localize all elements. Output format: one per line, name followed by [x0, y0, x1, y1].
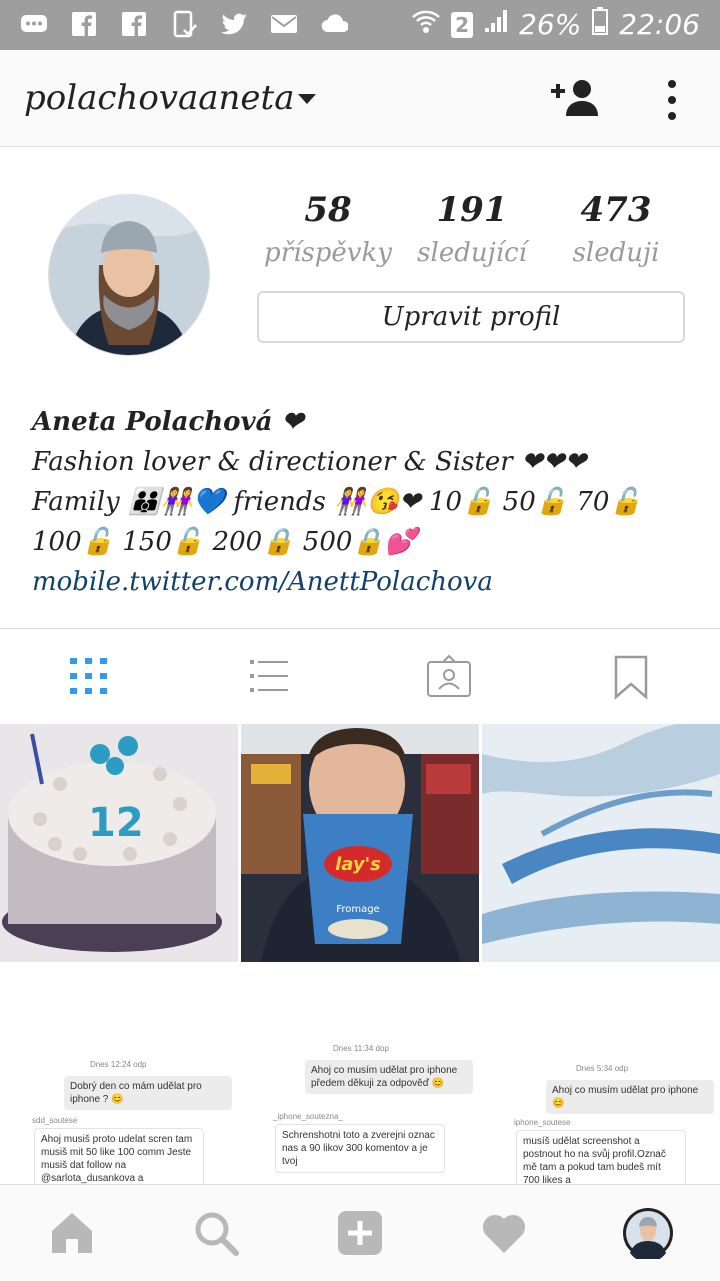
- message-bubble: Ahoj musiš proto udelat scren tam musiš …: [34, 1128, 204, 1190]
- posts-stat[interactable]: 58 příspěvky: [258, 190, 398, 268]
- message-timestamp: Dnes 12:24 odp: [90, 1060, 147, 1069]
- heart-icon[interactable]: [480, 1209, 528, 1257]
- bio-line: Family 👪👭💙 friends 👭😘❤ 10🔓 50🔓 70🔓: [32, 487, 642, 517]
- facebook-icon: [70, 10, 98, 38]
- list-icon[interactable]: [246, 654, 296, 700]
- more-options-icon[interactable]: [660, 78, 684, 122]
- status-bar: 2 26% 22:06: [0, 0, 720, 50]
- message-user: iphone_soutese: [514, 1118, 571, 1127]
- cake-number: 12: [88, 800, 144, 846]
- message-timestamp: Dnes 11:34 dop: [333, 1044, 389, 1053]
- battery-text: 26%: [519, 8, 582, 41]
- search-icon[interactable]: [192, 1209, 240, 1257]
- saved-icon[interactable]: [608, 654, 658, 700]
- post-thumbnail[interactable]: 12: [0, 724, 238, 962]
- message-bubble: Ahoj co musím udělat pro iphone předem d…: [305, 1060, 473, 1094]
- username-title[interactable]: polachovaaneta: [24, 78, 295, 118]
- add-user-icon[interactable]: [550, 78, 604, 118]
- followers-count: 191: [436, 190, 508, 230]
- home-icon[interactable]: [48, 1209, 96, 1257]
- posts-label: příspěvky: [264, 238, 392, 268]
- phone-icon: [170, 10, 198, 38]
- chat-icon: [20, 10, 48, 38]
- divider: [0, 628, 720, 629]
- followers-stat[interactable]: 191 sledující: [402, 190, 542, 268]
- chip-brand: lay's: [335, 854, 381, 875]
- message-bubble: Schrenshotni toto a zverejni oznac nas a…: [275, 1124, 445, 1173]
- grid-icon[interactable]: [66, 654, 116, 700]
- battery-icon: [591, 6, 609, 43]
- message-bubble: Ahoj co musím udělat pro iphone 😊: [546, 1080, 714, 1114]
- bio-line: 100🔓 150🔓 200🔒 500🔒💕: [32, 527, 418, 557]
- post-thumbnail[interactable]: lay's Fromage: [241, 724, 479, 962]
- message-bubble: musíš udělat screenshot a postnout ho na…: [516, 1130, 686, 1192]
- profile-tabs: [0, 630, 720, 724]
- bottom-navigation: [0, 1184, 720, 1281]
- bio-link[interactable]: mobile.twitter.com/AnettPolachova: [32, 562, 692, 602]
- bio-line: Fashion lover & directioner & Sister ❤❤❤: [32, 447, 587, 477]
- chevron-down-icon[interactable]: [298, 94, 316, 104]
- wifi-icon: [411, 7, 441, 42]
- profile-avatar[interactable]: [48, 194, 210, 356]
- signal-icon: [483, 8, 509, 41]
- message-timestamp: Dnes 5:34 odp: [576, 1064, 629, 1073]
- add-post-icon[interactable]: [336, 1209, 384, 1257]
- clock: 22:06: [619, 8, 700, 41]
- following-count: 473: [580, 190, 652, 230]
- tagged-icon[interactable]: [426, 654, 476, 700]
- following-label: sleduji: [572, 238, 660, 268]
- sim-badge: 2: [451, 11, 474, 38]
- full-name: Aneta Polachová ❤: [32, 407, 304, 437]
- message-user: sdd_soutese: [32, 1116, 78, 1125]
- edit-profile-button[interactable]: Upravit profil: [257, 291, 685, 343]
- followers-label: sledující: [417, 238, 527, 268]
- message-user: _iphone_soutezna_: [273, 1112, 343, 1121]
- mail-icon: [270, 10, 298, 38]
- message-bubble: Dobrý den co mám udělat pro iphone ? 😊: [64, 1076, 232, 1110]
- profile-avatar[interactable]: [622, 1207, 674, 1263]
- profile-header: polachovaaneta: [0, 50, 720, 147]
- following-stat[interactable]: 473 sleduji: [546, 190, 686, 268]
- cloud-icon: [320, 10, 348, 38]
- profile-bio: Aneta Polachová ❤ Fashion lover & direct…: [32, 402, 692, 602]
- facebook-icon: [120, 10, 148, 38]
- posts-count: 58: [304, 190, 352, 230]
- twitter-icon: [220, 10, 248, 38]
- post-thumbnail[interactable]: [482, 724, 720, 962]
- chip-flavor: Fromage: [336, 904, 379, 915]
